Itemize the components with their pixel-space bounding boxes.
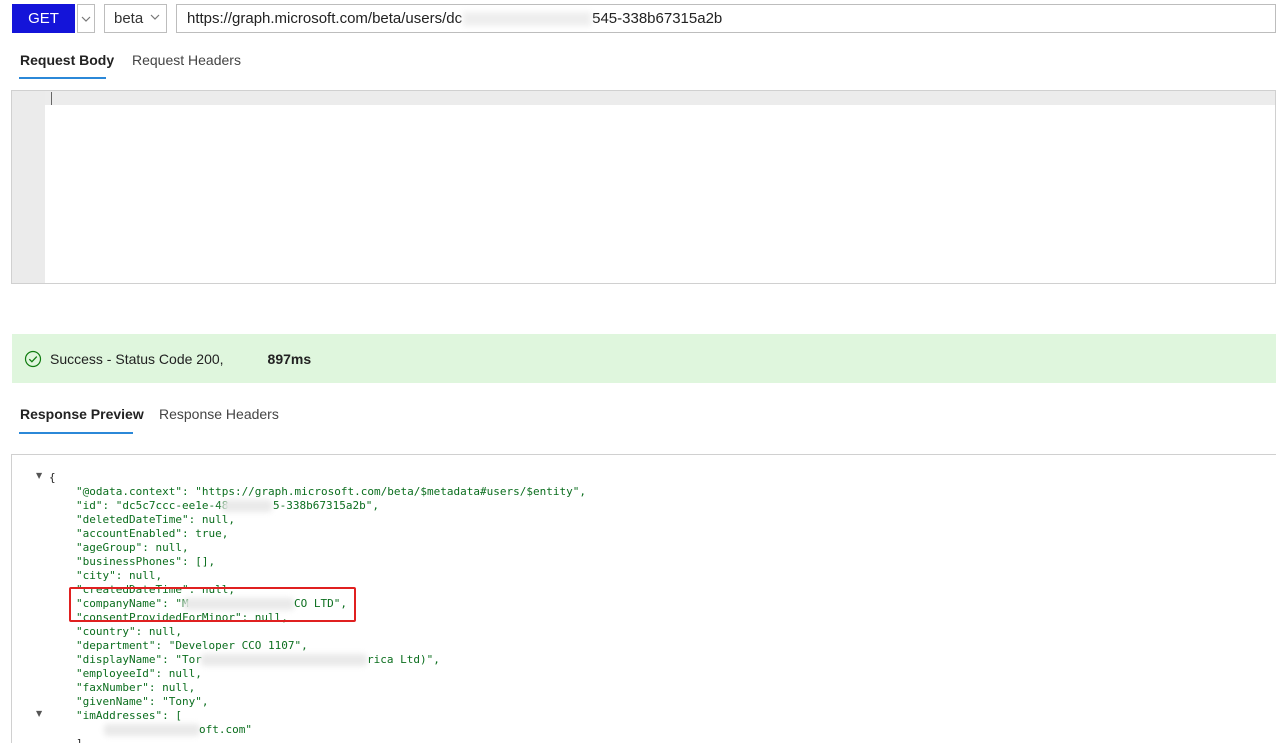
- json-line: "department": "Developer CCO 1107",: [76, 639, 308, 652]
- tab-response-preview[interactable]: Response Preview: [20, 399, 144, 429]
- chevron-down-icon: [150, 14, 160, 20]
- json-line: ],: [76, 737, 89, 743]
- json-line: {: [49, 471, 56, 484]
- json-line: "@odata.context": "https://graph.microso…: [76, 485, 586, 498]
- json-line: "city": null,: [76, 569, 163, 582]
- json-line: "businessPhones": [],: [76, 555, 216, 568]
- status-time: 897ms: [267, 350, 312, 367]
- tab-label: Response Preview: [20, 406, 144, 422]
- editor-active-line: [45, 91, 1275, 105]
- method-dropdown-toggle[interactable]: [77, 4, 95, 33]
- tab-label: Request Body: [20, 52, 115, 68]
- version-label: beta: [114, 10, 144, 27]
- status-banner: Success - Status Code 200, 897ms: [12, 334, 1276, 383]
- json-line: "ageGroup": null,: [76, 541, 189, 554]
- tab-request-body[interactable]: Request Body: [20, 45, 114, 75]
- chevron-down-icon: [81, 16, 91, 22]
- editor-cursor: [51, 92, 52, 105]
- tab-request-headers[interactable]: Request Headers: [132, 45, 241, 75]
- tab-label: Request Headers: [132, 52, 241, 68]
- url-text-tail: 545-338b67315a2b: [592, 10, 723, 27]
- tab-active-indicator: [19, 432, 133, 434]
- request-body-editor[interactable]: [11, 90, 1276, 284]
- tab-response-headers[interactable]: Response Headers: [159, 399, 279, 429]
- json-line: rica Ltd)",: [367, 653, 440, 666]
- redacted-area: [463, 11, 592, 26]
- json-line: oft.com": [199, 723, 252, 736]
- editor-gutter: [12, 91, 45, 283]
- json-line: "employeeId": null,: [76, 667, 202, 680]
- triangle-down-icon[interactable]: ▼: [36, 471, 44, 480]
- json-line: "deletedDateTime": null,: [76, 513, 235, 526]
- tab-active-indicator: [19, 77, 106, 79]
- triangle-down-icon[interactable]: ▼: [36, 709, 44, 718]
- highlight-box: [69, 587, 356, 622]
- url-input[interactable]: https://graph.microsoft.com/beta/users/d…: [176, 4, 1276, 33]
- url-text: https://graph.microsoft.com/beta/users/d…: [187, 10, 463, 27]
- json-line: "faxNumber": null,: [76, 681, 196, 694]
- json-line: "country": null,: [76, 625, 182, 638]
- check-circle-icon: [24, 350, 42, 367]
- status-text: Success - Status Code 200,: [50, 350, 224, 367]
- method-label: GET: [28, 10, 59, 27]
- json-line: "imAddresses": [: [76, 709, 182, 722]
- method-button[interactable]: GET: [12, 4, 75, 33]
- redacted-area: [104, 724, 200, 736]
- json-line: "displayName": "Tor: [76, 653, 202, 666]
- json-line: 5-338b67315a2b",: [273, 499, 379, 512]
- json-line: "accountEnabled": true,: [76, 527, 229, 540]
- redacted-area: [201, 654, 367, 666]
- version-select[interactable]: beta: [104, 4, 167, 33]
- tab-label: Response Headers: [159, 406, 279, 422]
- redacted-area: [222, 500, 272, 512]
- json-line: "id": "dc5c7ccc-ee1e-48: [76, 499, 229, 512]
- json-line: "givenName": "Tony",: [76, 695, 209, 708]
